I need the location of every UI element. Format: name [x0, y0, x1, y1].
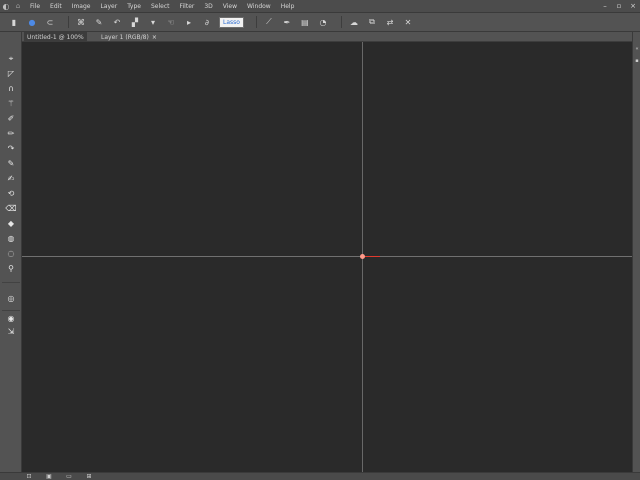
collapsed-panel-strip: « ▪	[632, 32, 640, 472]
new-selection-icon[interactable]: ●	[26, 16, 38, 28]
menu-view[interactable]: View	[223, 3, 237, 10]
flip-icon[interactable]: ⇄	[384, 16, 396, 28]
toolbox: ⌖ ◸ ∩ ⚚ ✐ ✏ ↷ ✎ ✍ ⟲ ⌫ ◆ ◍ ◌ ⚲ ◎ ◉ ⇲	[0, 32, 22, 472]
hand-tool-icon[interactable]: ◎	[3, 292, 19, 305]
healing-tool-icon[interactable]: ↷	[3, 142, 19, 155]
menu-help[interactable]: Help	[281, 3, 295, 10]
status-doc-icon[interactable]: ▣	[44, 473, 54, 480]
brush-option-icon[interactable]: ✎	[93, 16, 105, 28]
tab-layer-label: Layer 1 (RGB/8)	[101, 33, 149, 41]
eyedropper-tool-icon[interactable]: ✏	[3, 127, 19, 140]
dodge-tool-icon[interactable]: ◌	[3, 247, 19, 260]
restore-button[interactable]: ▫	[612, 0, 626, 12]
options-divider	[340, 16, 342, 28]
tab-layer[interactable]: Layer 1 (RGB/8) ×	[98, 32, 160, 42]
rotate-icon[interactable]: ↶	[111, 16, 123, 28]
dropdown-icon[interactable]: ▸	[183, 16, 195, 28]
menu-file[interactable]: File	[30, 3, 40, 10]
hand-icon[interactable]: ☜	[165, 16, 177, 28]
options-divider	[255, 16, 257, 28]
menu-type[interactable]: Type	[127, 3, 141, 10]
menu-bar: ◐ ⌂ File Edit Image Layer Type Select Fi…	[0, 0, 640, 12]
options-divider	[68, 16, 69, 28]
menu-layer[interactable]: Layer	[100, 3, 117, 10]
lasso-tool-icon[interactable]: ∩	[3, 82, 19, 95]
crop-tool-icon[interactable]: ✐	[3, 112, 19, 125]
history-tool-icon[interactable]: ⟲	[3, 187, 19, 200]
move-tool-icon[interactable]: ⌖	[3, 52, 19, 65]
quick-select-tool-icon[interactable]: ⚚	[3, 97, 19, 110]
tool-preset-icon[interactable]: ▮	[8, 16, 20, 28]
pressure-icon[interactable]: ◔	[317, 16, 329, 28]
mode-field[interactable]: Lasso	[219, 16, 244, 28]
horizontal-guide[interactable]	[22, 256, 632, 257]
chevron-down-icon[interactable]: ▾	[147, 16, 159, 28]
layers-icon[interactable]: ⧉	[366, 16, 378, 28]
panel-icon[interactable]: ▪	[634, 58, 640, 64]
menu-window[interactable]: Window	[247, 3, 271, 10]
eraser-tool-icon[interactable]: ⌫	[3, 202, 19, 215]
document-icon[interactable]: ▤	[299, 16, 311, 28]
link-icon[interactable]: ⊂	[44, 16, 56, 28]
origin-indicator-line	[363, 256, 380, 257]
symmetry-icon[interactable]: ✕	[402, 16, 414, 28]
status-zoom-icon[interactable]: ⊡	[24, 473, 34, 480]
pen-tool-icon[interactable]: ⚲	[3, 262, 19, 275]
minimize-button[interactable]: –	[598, 0, 612, 12]
align-icon[interactable]: ▞	[129, 16, 141, 28]
pen-icon[interactable]: ✒	[281, 16, 293, 28]
quick-mask-icon[interactable]: ⇲	[3, 325, 19, 338]
home-icon[interactable]: ⌂	[12, 0, 24, 12]
close-button[interactable]: ×	[626, 0, 640, 12]
marquee-tool-icon[interactable]: ◸	[3, 67, 19, 80]
toolbox-divider	[2, 310, 20, 311]
blur-tool-icon[interactable]: ◍	[3, 232, 19, 245]
lasso-icon[interactable]: ∂	[201, 16, 213, 28]
status-bar: ⊡ ▣ ▭ ⊞	[0, 472, 640, 480]
status-arrange-icon[interactable]: ⊞	[84, 473, 94, 480]
clone-tool-icon[interactable]: ✍	[3, 172, 19, 185]
refine-icon[interactable]: ⌘	[75, 16, 87, 28]
status-info-icon[interactable]: ▭	[64, 473, 74, 480]
options-bar: ▮ ● ⊂ ⌘ ✎ ↶ ▞ ▾ ☜ ▸ ∂ Lasso ⟋ ✒ ▤ ◔ ☁ ⧉ …	[0, 12, 640, 32]
expand-panels-icon[interactable]: «	[634, 46, 640, 52]
menu-filter[interactable]: Filter	[180, 3, 195, 10]
zoom-tool-icon[interactable]: ◉	[3, 312, 19, 325]
menu-3d[interactable]: 3D	[204, 3, 212, 10]
menu-image[interactable]: Image	[72, 3, 91, 10]
app-logo-icon[interactable]: ◐	[0, 0, 12, 12]
origin-marker[interactable]	[360, 254, 365, 259]
brush-tool-icon[interactable]: ✎	[3, 157, 19, 170]
cloud-icon[interactable]: ☁	[348, 16, 360, 28]
feather-icon[interactable]: ⟋	[263, 16, 275, 28]
tab-document[interactable]: Untitled-1 @ 100%	[24, 32, 87, 42]
gradient-tool-icon[interactable]: ◆	[3, 217, 19, 230]
menu-list: File Edit Image Layer Type Select Filter…	[30, 3, 294, 10]
menu-select[interactable]: Select	[151, 3, 170, 10]
document-tab-bar: Untitled-1 @ 100% Layer 1 (RGB/8) ×	[22, 32, 632, 42]
menu-edit[interactable]: Edit	[50, 3, 62, 10]
close-icon[interactable]: ×	[152, 34, 157, 41]
toolbox-divider	[2, 282, 20, 283]
window-controls: – ▫ ×	[598, 0, 640, 12]
tab-document-label: Untitled-1 @ 100%	[27, 33, 84, 41]
canvas[interactable]	[22, 42, 632, 472]
